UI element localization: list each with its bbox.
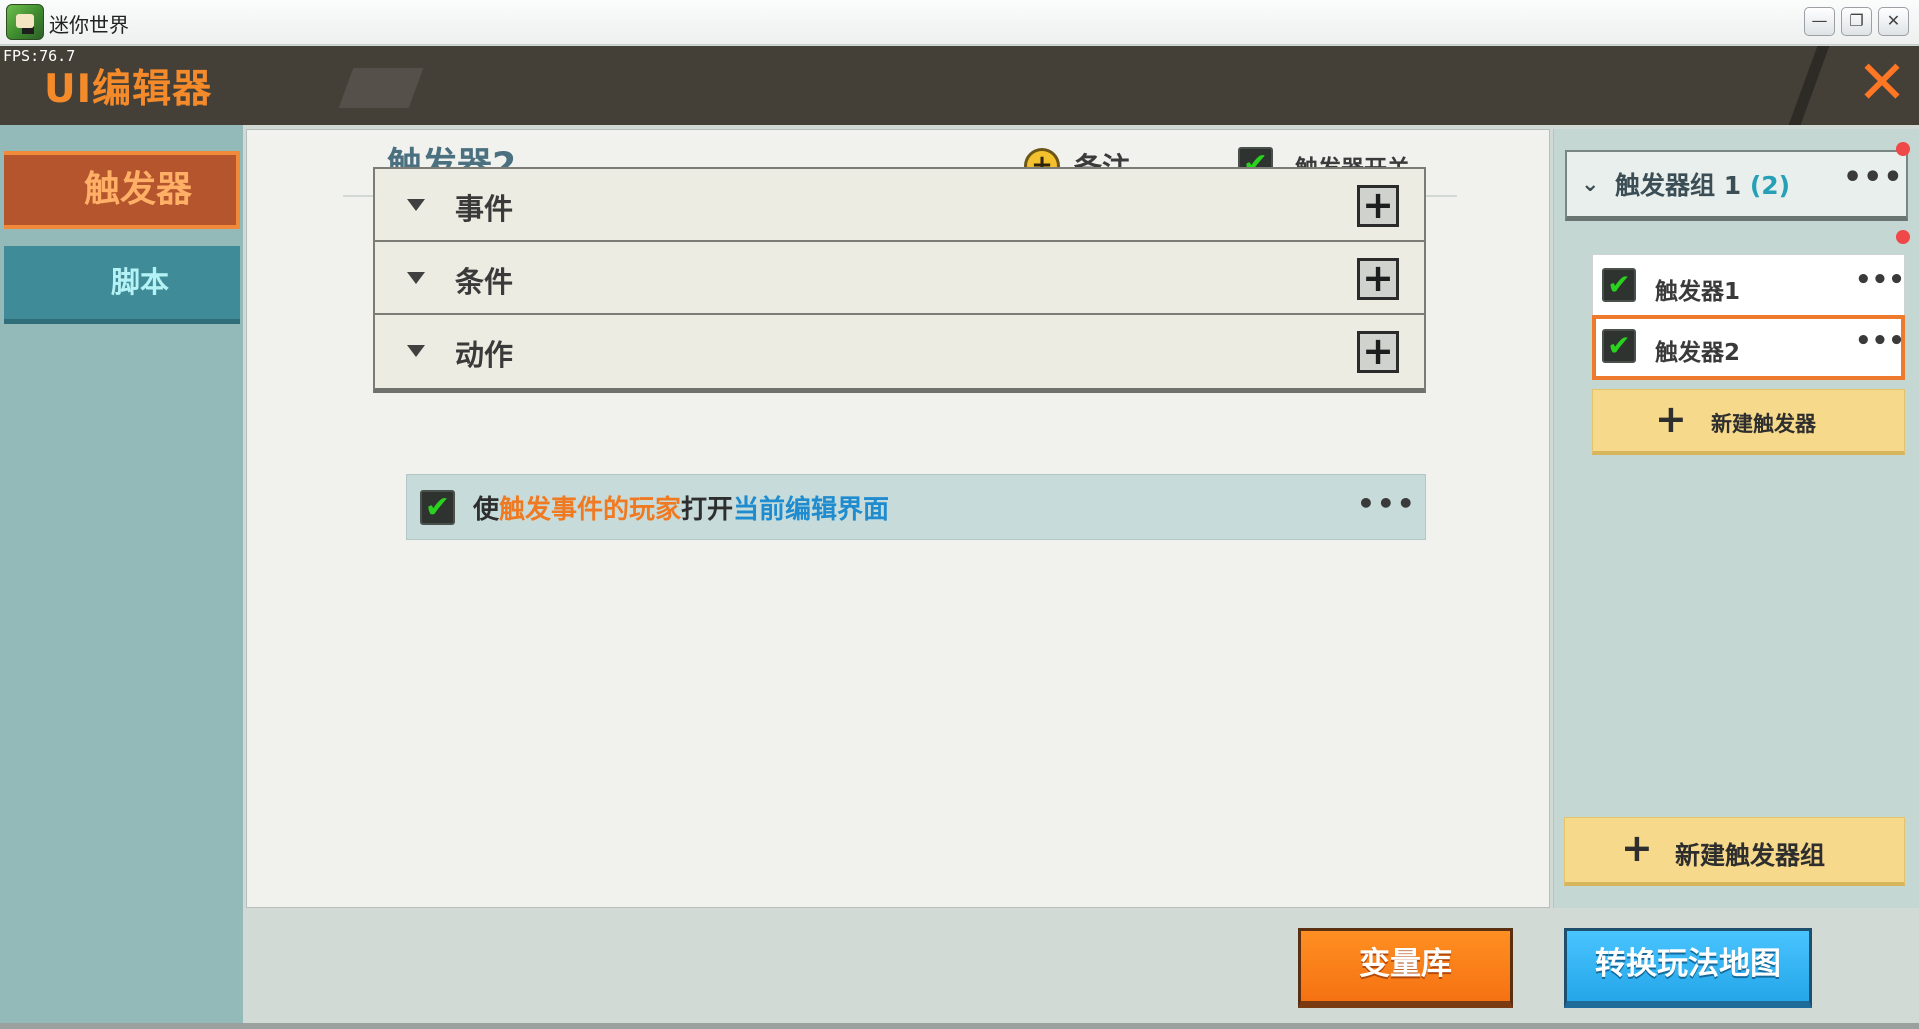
trigger-item-label: 触发器1	[1655, 279, 1741, 305]
trigger-item[interactable]: ✔ 触发器1 •••	[1592, 254, 1905, 319]
add-event-button[interactable]: +	[1357, 185, 1399, 227]
trigger-more-icon[interactable]: •••	[1855, 326, 1905, 356]
section-label: 动作	[455, 338, 514, 372]
section-label: 条件	[455, 265, 514, 299]
window-close-button[interactable]: ✕	[1878, 7, 1909, 36]
trigger-item-selected[interactable]: ✔ 触发器2 •••	[1592, 315, 1905, 380]
group-count: (2)	[1749, 171, 1791, 200]
group-more-icon[interactable]: •••	[1843, 160, 1904, 195]
section-conditions[interactable]: 条件 +	[373, 240, 1426, 320]
ui-editor-window: 迷你世界 — ❐ ✕ FPS:76.7 UI编辑器 ✕ 触发器 脚本 触发器2 …	[0, 0, 1919, 1029]
action-more-icon[interactable]: •••	[1357, 487, 1417, 520]
trigger-item-label: 触发器2	[1655, 340, 1741, 366]
header-decoration	[338, 68, 424, 108]
editor-header: FPS:76.7 UI编辑器 ✕	[0, 46, 1919, 125]
chevron-down-icon[interactable]: ⌄	[1581, 172, 1599, 197]
collapse-arrow-icon[interactable]	[407, 272, 425, 284]
window-bottom-edge	[0, 1023, 1919, 1029]
switch-map-button[interactable]: 转换玩法地图	[1564, 928, 1812, 1008]
window-titlebar: 迷你世界 — ❐ ✕	[0, 0, 1919, 45]
section-label: 事件	[455, 192, 514, 226]
trigger-editor: 触发器2 + 备注 ✔ 触发器开关 事件 + 条件 + 动作 + ✔ 使触发事件…	[246, 129, 1550, 908]
action-enabled-checkbox[interactable]: ✔	[420, 490, 455, 525]
action-text-open: 打开	[681, 495, 734, 525]
plus-icon: +	[1621, 826, 1653, 870]
section-events[interactable]: 事件 +	[373, 167, 1426, 247]
trigger-group-header[interactable]: ⌄ 触发器组 1 (2) •••	[1565, 150, 1908, 221]
notification-dot	[1896, 230, 1910, 244]
add-action-button[interactable]: +	[1357, 331, 1399, 373]
variable-library-button[interactable]: 变量库	[1298, 928, 1513, 1008]
left-sidebar: 触发器 脚本	[0, 125, 243, 1029]
minimize-button[interactable]: —	[1804, 7, 1835, 36]
trigger-enabled-checkbox[interactable]: ✔	[1602, 329, 1636, 363]
new-trigger-group-button[interactable]: + 新建触发器组	[1564, 817, 1905, 886]
new-trigger-button[interactable]: + 新建触发器	[1592, 389, 1905, 455]
action-param-interface[interactable]: 当前编辑界面	[733, 495, 889, 525]
notification-dot	[1896, 142, 1910, 156]
trigger-group-name: 触发器组 1 (2)	[1615, 166, 1790, 202]
action-item[interactable]: ✔ 使触发事件的玩家打开当前编辑界面 •••	[406, 474, 1426, 540]
action-text-verb: 使	[473, 495, 500, 525]
new-trigger-label: 新建触发器	[1711, 412, 1816, 436]
action-param-player[interactable]: 触发事件的玩家	[499, 495, 681, 525]
window-title: 迷你世界	[49, 13, 129, 37]
action-description[interactable]: 使触发事件的玩家打开当前编辑界面	[473, 489, 889, 526]
close-icon[interactable]: ✕	[1854, 53, 1910, 114]
header-divider	[1788, 46, 1830, 125]
group-name-text: 触发器组 1	[1615, 171, 1742, 200]
app-logo-icon	[6, 4, 44, 40]
add-condition-button[interactable]: +	[1357, 258, 1399, 300]
new-group-label: 新建触发器组	[1675, 841, 1826, 870]
collapse-arrow-icon[interactable]	[407, 199, 425, 211]
trigger-list-panel: ⌄ 触发器组 1 (2) ••• ✔ 触发器1 ••• ✔ 触发器2 ••• +…	[1553, 129, 1919, 908]
tab-scripts[interactable]: 脚本	[4, 246, 240, 324]
tab-triggers[interactable]: 触发器	[4, 151, 240, 229]
maximize-button[interactable]: ❐	[1841, 7, 1872, 36]
plus-icon: +	[1655, 397, 1687, 441]
page-title: UI编辑器	[44, 67, 213, 112]
section-actions[interactable]: 动作 +	[373, 313, 1426, 393]
trigger-enabled-checkbox[interactable]: ✔	[1602, 268, 1636, 302]
trigger-more-icon[interactable]: •••	[1855, 265, 1905, 295]
collapse-arrow-icon[interactable]	[407, 345, 425, 357]
